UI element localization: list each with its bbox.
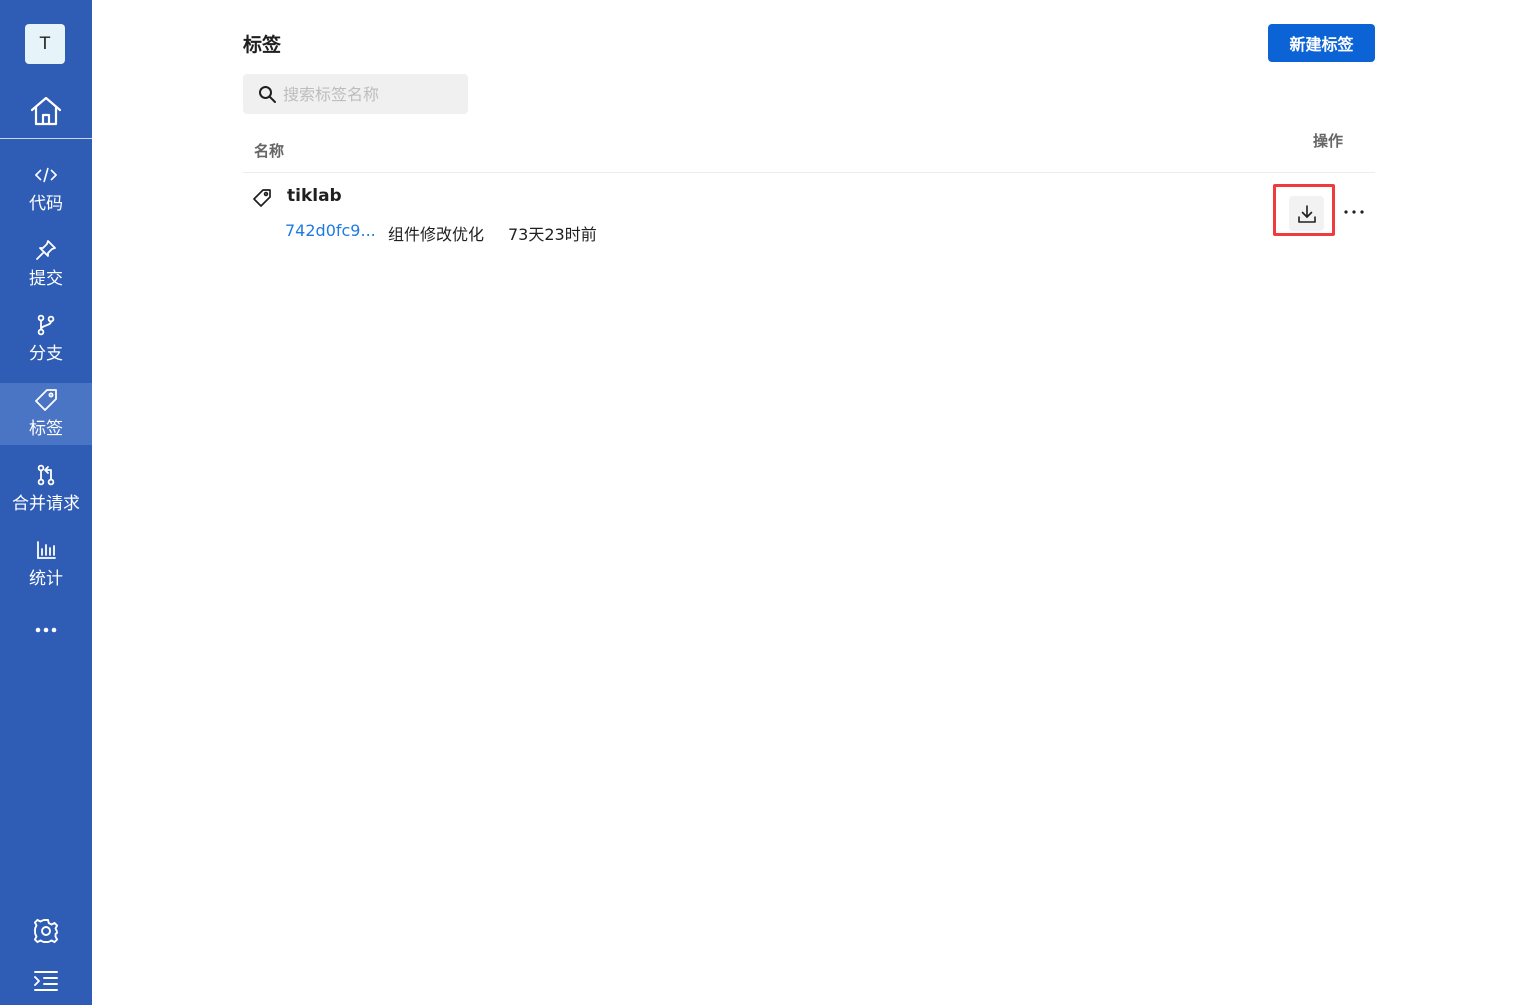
download-button[interactable]: [1289, 196, 1324, 231]
commit-message: 组件修改优化: [388, 225, 485, 244]
sidebar-item-branches[interactable]: 分支: [0, 308, 92, 370]
tag-icon: [35, 389, 57, 411]
search-icon: [257, 84, 277, 104]
search-input[interactable]: [281, 83, 465, 105]
sidebar-item-code[interactable]: 代码: [0, 158, 92, 220]
page-title: 标签: [243, 34, 282, 56]
more-horizontal-icon: [1344, 210, 1364, 214]
column-header-name: 名称: [254, 142, 285, 160]
sidebar-item-tags[interactable]: 标签: [0, 383, 92, 445]
commit-time: 73天23时前: [508, 225, 597, 244]
commit-hash-link[interactable]: 742d0fc9...: [285, 221, 376, 240]
sidebar-divider: [0, 138, 92, 139]
column-header-action: 操作: [1313, 132, 1344, 150]
sidebar-item-commits[interactable]: 提交: [0, 233, 92, 295]
project-avatar[interactable]: T: [25, 24, 65, 64]
sidebar-item-label: 代码: [29, 194, 63, 214]
sidebar-more-button[interactable]: [0, 617, 92, 643]
sidebar-item-label: 统计: [29, 569, 63, 589]
home-button[interactable]: [0, 84, 92, 138]
home-icon: [30, 96, 62, 126]
code-icon: [35, 164, 57, 186]
sidebar-item-label: 分支: [29, 344, 63, 364]
sidebar-item-merge-requests[interactable]: 合并请求: [0, 458, 92, 520]
app-root: T 代码 提交 分支 标签 合并请求 统计 标签 新建标签 搜索标签名称 名称 …: [0, 0, 1524, 1005]
collapse-sidebar-button[interactable]: [0, 964, 92, 998]
table-header-divider: [243, 172, 1375, 173]
tag-name: tiklab: [287, 186, 342, 206]
more-horizontal-icon: [35, 627, 57, 633]
sidebar: T 代码 提交 分支 标签 合并请求 统计: [0, 0, 92, 1005]
sidebar-item-label: 标签: [29, 419, 63, 439]
new-tag-button[interactable]: 新建标签: [1268, 24, 1375, 62]
pin-icon: [35, 239, 57, 261]
collapse-menu-icon: [34, 971, 58, 991]
bar-chart-icon: [35, 539, 57, 561]
tag-icon: [252, 188, 272, 208]
sidebar-item-label: 合并请求: [12, 494, 80, 514]
merge-request-icon: [35, 464, 57, 486]
settings-button[interactable]: [0, 914, 92, 948]
branch-icon: [35, 314, 57, 336]
row-more-button[interactable]: [1342, 202, 1366, 222]
sidebar-item-statistics[interactable]: 统计: [0, 533, 92, 595]
download-icon: [1297, 204, 1316, 223]
gear-icon: [33, 918, 59, 944]
search-box[interactable]: [243, 74, 468, 114]
sidebar-item-label: 提交: [29, 269, 63, 289]
